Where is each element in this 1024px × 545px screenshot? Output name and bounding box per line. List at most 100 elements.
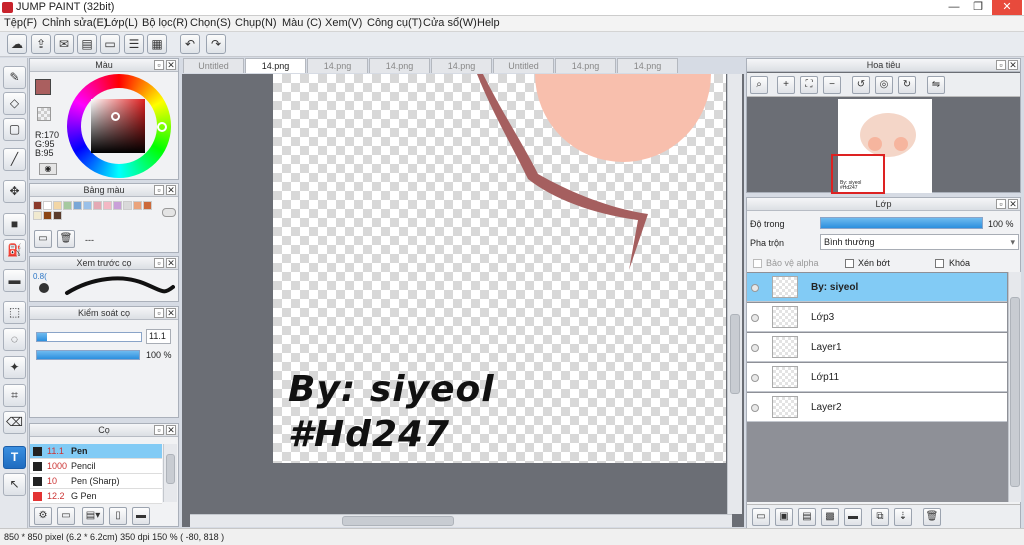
palette-swatch[interactable]: [53, 211, 62, 220]
magic-wand-tool-icon[interactable]: ✦: [3, 356, 26, 379]
layer-list-scrollbar[interactable]: [1008, 272, 1021, 502]
sv-cursor[interactable]: [111, 112, 120, 121]
visibility-eye-icon[interactable]: [751, 404, 759, 412]
protect-alpha-checkbox[interactable]: [753, 259, 762, 268]
tab-document[interactable]: 14.png: [307, 58, 368, 73]
canvas-text-line2[interactable]: #Hd247: [288, 414, 450, 455]
palette-swatch[interactable]: [103, 201, 112, 210]
maximize-button[interactable]: ❐: [966, 0, 990, 15]
palette-swatch[interactable]: [133, 201, 142, 210]
close-button[interactable]: ✕: [992, 0, 1022, 15]
palette-swatch[interactable]: [63, 201, 72, 210]
halftone-layer-icon[interactable]: ▩: [821, 508, 839, 526]
brush-list-item[interactable]: 11.1 Pen: [30, 444, 162, 459]
bucket-tool-icon[interactable]: ⛽: [3, 239, 26, 262]
visibility-eye-icon[interactable]: [751, 344, 759, 352]
palette-swatch[interactable]: [43, 211, 52, 220]
panel-float-icon[interactable]: ▫: [154, 425, 164, 435]
tab-document[interactable]: Untitled: [493, 58, 554, 73]
visibility-eye-icon[interactable]: [751, 374, 759, 382]
tab-document[interactable]: 14.png: [555, 58, 616, 73]
panel-close-icon[interactable]: ✕: [166, 425, 176, 435]
brush-settings-icon[interactable]: ⚙: [34, 507, 52, 525]
minimize-button[interactable]: —: [942, 0, 966, 15]
zoom-in-icon[interactable]: +: [777, 76, 795, 94]
fill-rect-tool-icon[interactable]: ■: [3, 213, 26, 236]
palette-swatch[interactable]: [83, 201, 92, 210]
brush-size-value[interactable]: 11.1: [146, 329, 171, 344]
panel-float-icon[interactable]: ▫: [154, 308, 164, 318]
menu-edit[interactable]: Chỉnh sửa(E): [42, 17, 107, 29]
panel-float-icon[interactable]: ▫: [996, 199, 1006, 209]
panel-close-icon[interactable]: ✕: [1008, 60, 1018, 70]
operation-tool-icon[interactable]: ↖: [3, 473, 26, 496]
brush-list-item[interactable]: 1000 Pencil: [30, 459, 162, 474]
delete-layer-icon[interactable]: 🗑: [923, 508, 941, 526]
saturation-value-square[interactable]: [91, 99, 145, 153]
palette-swatch[interactable]: [43, 201, 52, 210]
menu-view[interactable]: Xem(V): [325, 17, 362, 29]
brush-list-item[interactable]: 12.2 G Pen: [30, 489, 162, 504]
move-tool-icon[interactable]: ✥: [3, 180, 26, 203]
grid-settings-icon[interactable]: ▦: [147, 34, 167, 54]
palette-scroll[interactable]: [162, 208, 176, 217]
menu-layer[interactable]: Lớp(L): [105, 17, 138, 29]
palette-swatch[interactable]: [73, 201, 82, 210]
new-layer-1bit-icon[interactable]: ▤: [798, 508, 816, 526]
menu-color[interactable]: Màu (C): [282, 17, 322, 29]
brush-list-scrollbar[interactable]: [163, 444, 177, 502]
panel-close-icon[interactable]: ✕: [1008, 199, 1018, 209]
lock-checkbox[interactable]: [935, 259, 944, 268]
brush-size-slider[interactable]: [36, 332, 142, 342]
tab-document[interactable]: 14.png: [431, 58, 492, 73]
new-layer-8bit-icon[interactable]: ▣: [775, 508, 793, 526]
palette-swatch[interactable]: [143, 201, 152, 210]
palette-swatch[interactable]: [113, 201, 122, 210]
new-palette-icon[interactable]: ▭: [34, 230, 52, 248]
reset-rotate-icon[interactable]: ◎: [875, 76, 893, 94]
merge-layer-icon[interactable]: ⇣: [894, 508, 912, 526]
canvas-text-line1[interactable]: By: siyeol: [288, 369, 495, 410]
layer-row[interactable]: By: siyeol: [747, 273, 1007, 302]
canvas-vertical-scrollbar[interactable]: [727, 74, 742, 514]
panel-close-icon[interactable]: ✕: [166, 185, 176, 195]
lasso-tool-icon[interactable]: ◌: [3, 328, 26, 351]
visibility-eye-icon[interactable]: [751, 314, 759, 322]
tab-document[interactable]: 14.png: [617, 58, 678, 73]
fit-icon[interactable]: ⛶: [800, 76, 818, 94]
tab-document[interactable]: 14.png: [369, 58, 430, 73]
clip-checkbox[interactable]: [845, 259, 854, 268]
rect-select-tool-icon[interactable]: ▢: [3, 118, 26, 141]
palette-swatch[interactable]: [53, 201, 62, 210]
panel-close-icon[interactable]: ✕: [166, 258, 176, 268]
undo-icon[interactable]: ↶: [180, 34, 200, 54]
gradient-tool-icon[interactable]: ▬: [3, 269, 26, 292]
menu-window[interactable]: Cửa sổ(W): [423, 17, 477, 29]
panel-close-icon[interactable]: ✕: [166, 308, 176, 318]
line-tool-icon[interactable]: ╱: [3, 148, 26, 171]
transparent-color-icon[interactable]: [37, 107, 51, 121]
blend-mode-select[interactable]: Bình thường ▾: [820, 234, 1019, 250]
page-icon[interactable]: ▭: [100, 34, 120, 54]
layer-row[interactable]: Layer1: [747, 333, 1007, 362]
palette-swatch[interactable]: [33, 201, 42, 210]
menu-tools[interactable]: Công cụ(T): [367, 17, 422, 29]
rotate-right-icon[interactable]: ↻: [898, 76, 916, 94]
rotate-left-icon[interactable]: ↺: [852, 76, 870, 94]
new-layer-icon[interactable]: ▭: [752, 508, 770, 526]
select-rect-tool-icon[interactable]: ⬚: [3, 301, 26, 324]
foreground-color-swatch[interactable]: [35, 79, 51, 95]
eraser-tool-icon[interactable]: ◇: [3, 92, 26, 115]
panel-float-icon[interactable]: ▫: [154, 60, 164, 70]
tab-document[interactable]: Untitled: [183, 58, 244, 73]
new-brush-icon[interactable]: ▭: [57, 507, 75, 525]
brush-opacity-slider[interactable]: [36, 350, 140, 360]
menu-select[interactable]: Chọn(S): [190, 17, 231, 29]
brush-tool-icon[interactable]: ✎: [3, 66, 26, 89]
hue-cursor[interactable]: [157, 122, 167, 132]
board-icon[interactable]: ▤: [77, 34, 97, 54]
drawing-canvas[interactable]: By: siyeol #Hd247: [273, 74, 726, 463]
zoom-out-icon[interactable]: −: [823, 76, 841, 94]
visibility-eye-icon[interactable]: [751, 284, 759, 292]
layer-row[interactable]: Lớp3: [747, 303, 1007, 332]
